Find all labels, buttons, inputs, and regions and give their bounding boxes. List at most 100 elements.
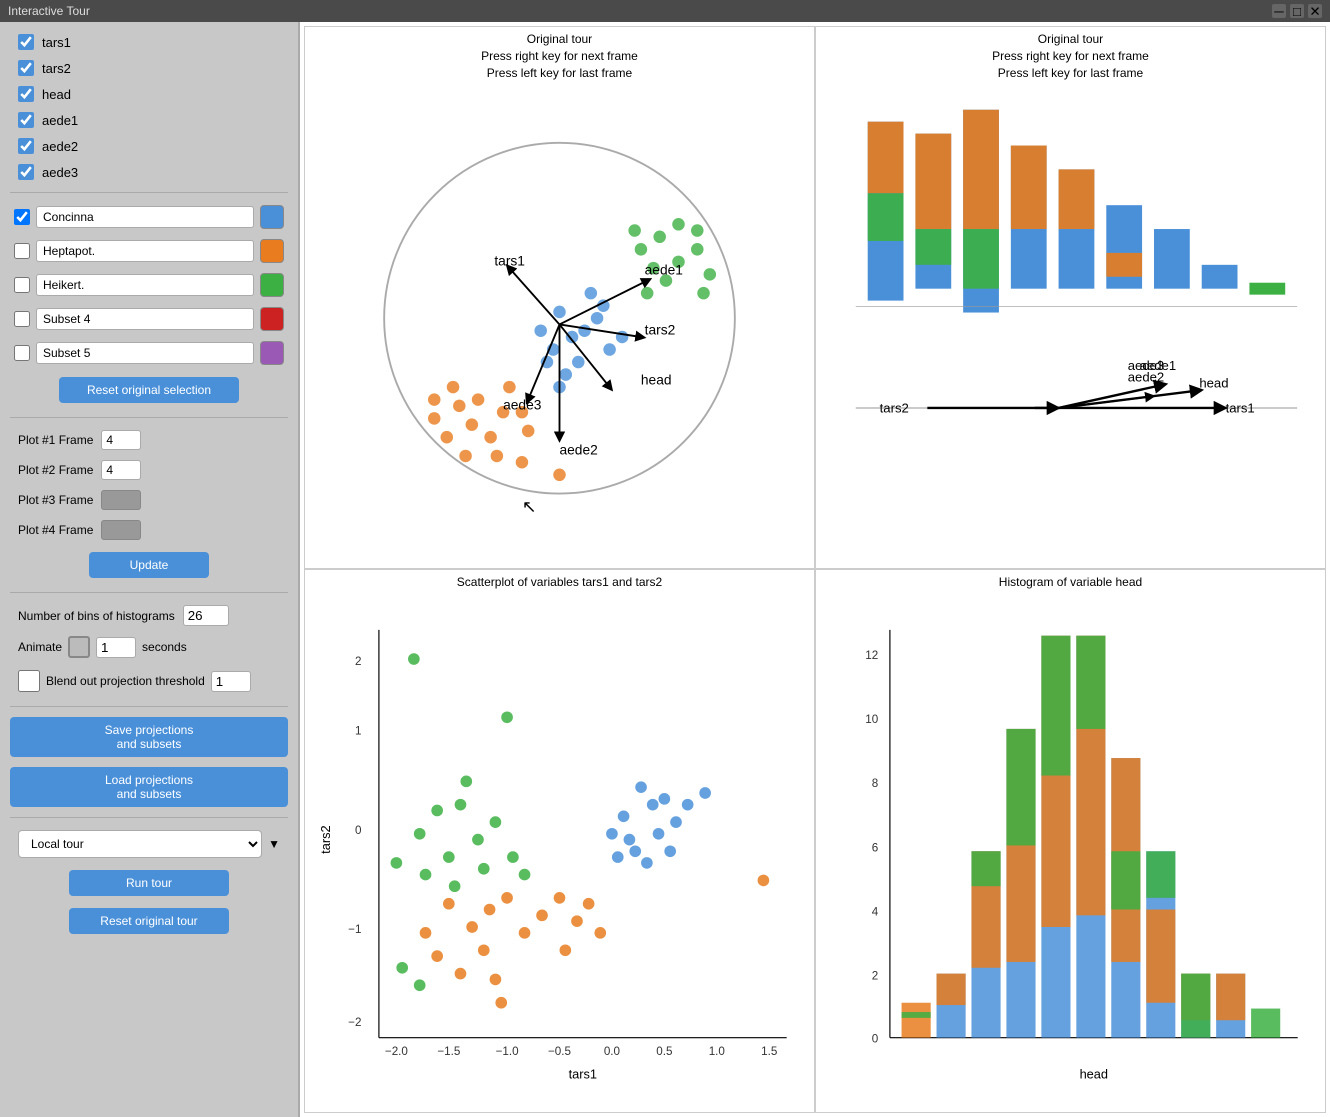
var-tars2-checkbox[interactable] [18, 60, 34, 76]
var-aede2-checkbox[interactable] [18, 138, 34, 154]
svg-text:↖: ↖ [522, 497, 537, 517]
var-tars1-row: tars1 [10, 32, 288, 52]
minimize-button[interactable]: ─ [1272, 4, 1286, 18]
svg-text:−2: −2 [348, 1016, 361, 1029]
svg-text:aede1: aede1 [645, 263, 683, 278]
divider-5 [10, 817, 288, 818]
sidebar: tars1 tars2 head aede1 aede2 aede3 [0, 22, 300, 1117]
run-tour-button[interactable]: Run tour [69, 870, 229, 896]
var-aede1-checkbox[interactable] [18, 112, 34, 128]
svg-text:−1: −1 [348, 923, 361, 936]
svg-text:head: head [1080, 1067, 1108, 1082]
animate-label: Animate [18, 640, 62, 654]
svg-text:tars2: tars2 [645, 323, 676, 338]
plot3-frame-row: Plot #3 Frame [10, 488, 288, 512]
subset-heptapot-color[interactable] [260, 239, 284, 263]
plot1-frame-input[interactable] [101, 430, 141, 450]
svg-text:−0.5: −0.5 [548, 1045, 571, 1058]
svg-text:aede3: aede3 [1128, 358, 1164, 373]
var-tars2-label: tars2 [42, 61, 71, 76]
bottom-left-title: Scatterplot of variables tars1 and tars2 [457, 574, 662, 591]
svg-text:head: head [1199, 376, 1228, 391]
svg-text:0.0: 0.0 [604, 1045, 621, 1058]
plot4-frame-row: Plot #4 Frame [10, 518, 288, 542]
subset-5-input[interactable] [36, 342, 254, 364]
subset-5-color[interactable] [260, 341, 284, 365]
scatter-svg: 2 1 0 −1 −2 −2.0 −1.5 −1.0 −0.5 0.0 0.5 … [309, 595, 810, 1108]
reset-tour-button[interactable]: Reset original tour [69, 908, 229, 934]
subset-concinna-checkbox[interactable] [14, 209, 30, 225]
subset-heptapot-checkbox[interactable] [14, 243, 30, 259]
var-aede2-label: aede2 [42, 139, 78, 154]
top-left-plot[interactable]: aede1 tars2 tars1 head aede2 aede3 ↖ [309, 85, 810, 564]
svg-text:tars2: tars2 [318, 826, 333, 854]
plot2-frame-row: Plot #2 Frame [10, 458, 288, 482]
top-right-plot[interactable]: tars2 tars1 head aede1 aede2 aede3 [820, 85, 1321, 564]
top-right-title: Original tour Press right key for next f… [992, 31, 1149, 81]
maximize-button[interactable]: □ [1290, 4, 1304, 18]
subset-heptapot-input[interactable] [36, 240, 254, 262]
bottom-left-panel: Scatterplot of variables tars1 and tars2… [304, 569, 815, 1112]
svg-text:1: 1 [355, 725, 361, 738]
svg-text:−1.0: −1.0 [496, 1045, 520, 1058]
blend-checkbox[interactable] [18, 670, 40, 692]
var-tars1-label: tars1 [42, 35, 71, 50]
subset-5-checkbox[interactable] [14, 345, 30, 361]
tour-svg: aede1 tars2 tars1 head aede2 aede3 ↖ [309, 85, 810, 564]
var-head-checkbox[interactable] [18, 86, 34, 102]
plot3-frame-label: Plot #3 Frame [18, 493, 93, 507]
tour-select-row: Local tour Grand tour Little tour ▼ [10, 828, 288, 860]
tour-type-select[interactable]: Local tour Grand tour Little tour [18, 830, 262, 858]
svg-text:0: 0 [355, 824, 362, 837]
subset-concinna-input[interactable] [36, 206, 254, 228]
subset-4-checkbox[interactable] [14, 311, 30, 327]
update-button[interactable]: Update [89, 552, 209, 578]
svg-text:tars1: tars1 [569, 1067, 597, 1082]
subset-heikert-checkbox[interactable] [14, 277, 30, 293]
main-content: Original tour Press right key for next f… [300, 22, 1330, 1117]
svg-text:2: 2 [355, 655, 361, 668]
bins-row: Number of bins of histograms [10, 603, 288, 628]
blend-input[interactable] [211, 671, 251, 692]
plot4-frame-label: Plot #4 Frame [18, 523, 93, 537]
app-window: Interactive Tour ─ □ ✕ tars1 tars2 head [0, 0, 1330, 1027]
var-aede1-label: aede1 [42, 113, 78, 128]
svg-text:−2.0: −2.0 [385, 1045, 409, 1058]
bottom-left-plot[interactable]: 2 1 0 −1 −2 −2.0 −1.5 −1.0 −0.5 0.0 0.5 … [309, 595, 810, 1108]
svg-text:1.5: 1.5 [761, 1045, 777, 1058]
svg-text:4: 4 [872, 905, 879, 918]
reset-selection-button[interactable]: Reset original selection [59, 377, 239, 403]
save-projections-button[interactable]: Save projectionsand subsets [10, 717, 288, 757]
plot3-frame-disabled [101, 490, 141, 510]
plot2-frame-input[interactable] [101, 460, 141, 480]
subset-heikert-color[interactable] [260, 273, 284, 297]
bottom-right-title: Histogram of variable head [999, 574, 1142, 591]
var-aede2-row: aede2 [10, 136, 288, 156]
main-layout: tars1 tars2 head aede1 aede2 aede3 [0, 22, 1330, 1117]
subset-4-color[interactable] [260, 307, 284, 331]
divider-4 [10, 706, 288, 707]
subset-concinna-color[interactable] [260, 205, 284, 229]
close-button[interactable]: ✕ [1308, 4, 1322, 18]
subset-concinna-row [10, 203, 288, 231]
var-tars2-row: tars2 [10, 58, 288, 78]
var-aede1-row: aede1 [10, 110, 288, 130]
divider-1 [10, 192, 288, 193]
var-aede3-checkbox[interactable] [18, 164, 34, 180]
animate-checkbox[interactable] [68, 636, 90, 658]
var-aede3-row: aede3 [10, 162, 288, 182]
svg-text:1.0: 1.0 [709, 1045, 726, 1058]
bins-input[interactable] [183, 605, 229, 626]
svg-text:tars2: tars2 [880, 401, 909, 416]
subset-4-input[interactable] [36, 308, 254, 330]
var-tars1-checkbox[interactable] [18, 34, 34, 50]
svg-text:−1.5: −1.5 [437, 1045, 460, 1058]
subset-heikert-input[interactable] [36, 274, 254, 296]
var-head-row: head [10, 84, 288, 104]
svg-text:tars1: tars1 [1226, 401, 1255, 416]
subset-heikert-row [10, 271, 288, 299]
load-projections-button[interactable]: Load projectionsand subsets [10, 767, 288, 807]
animate-seconds-input[interactable] [96, 637, 136, 658]
histogram-svg: 0 2 4 6 8 10 12 head [820, 595, 1321, 1108]
bottom-right-plot[interactable]: 0 2 4 6 8 10 12 head [820, 595, 1321, 1108]
